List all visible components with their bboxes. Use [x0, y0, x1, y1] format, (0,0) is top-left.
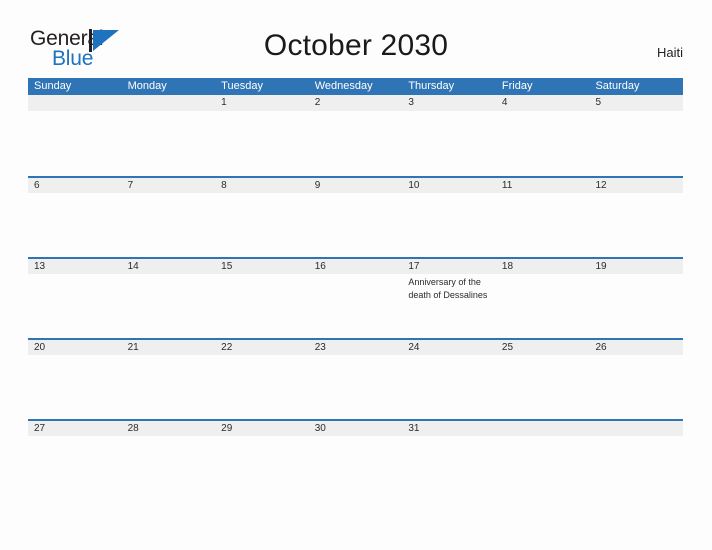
page-header: General Blue October 2030 Haiti: [0, 0, 712, 76]
day-event: [589, 111, 683, 175]
day-event: [496, 274, 590, 338]
day-number[interactable]: 21: [122, 340, 216, 355]
day-event: [402, 436, 496, 500]
weekday-saturday: Saturday: [595, 80, 640, 92]
day-event: [122, 193, 216, 257]
day-number[interactable]: [28, 95, 122, 111]
week-event-band: [28, 355, 683, 419]
day-event: [496, 193, 590, 257]
day-event: [309, 274, 403, 338]
week-date-band: 27 28 29 30 31: [28, 419, 683, 436]
week-row: 27 28 29 30 31: [28, 419, 683, 500]
day-number[interactable]: 1: [215, 95, 309, 111]
day-event: [215, 436, 309, 500]
day-number[interactable]: 16: [309, 259, 403, 274]
region-label: Haiti: [656, 45, 683, 60]
day-number[interactable]: 9: [309, 178, 403, 193]
week-event-band: [28, 436, 683, 500]
weekday-sunday: Sunday: [34, 80, 72, 92]
week-event-band: Anniversary of the death of Dessalines: [28, 274, 683, 338]
day-event: [402, 355, 496, 419]
day-event: [309, 355, 403, 419]
day-number[interactable]: 29: [215, 421, 309, 436]
day-event: [122, 436, 216, 500]
day-number[interactable]: 23: [309, 340, 403, 355]
weekday-thursday: Thursday: [408, 80, 455, 92]
day-event: [589, 355, 683, 419]
day-number[interactable]: [496, 421, 590, 436]
day-number[interactable]: 19: [589, 259, 683, 274]
day-number[interactable]: 8: [215, 178, 309, 193]
day-event: [215, 111, 309, 175]
page-title: October 2030: [263, 29, 449, 62]
week-event-band: [28, 111, 683, 175]
day-event: [309, 436, 403, 500]
day-number[interactable]: [122, 95, 216, 111]
day-number[interactable]: 3: [402, 95, 496, 111]
day-event: [28, 111, 122, 175]
weekday-tuesday: Tuesday: [221, 80, 263, 92]
day-number[interactable]: 14: [122, 259, 216, 274]
weekday-wednesday: Wednesday: [314, 80, 373, 92]
weekday-header-row: Sunday Monday Tuesday Wednesday Thursday…: [28, 78, 683, 95]
week-row: 1 2 3 4 5: [28, 95, 683, 176]
day-event: [589, 436, 683, 500]
day-number[interactable]: 5: [589, 95, 683, 111]
day-number[interactable]: 18: [496, 259, 590, 274]
day-number[interactable]: 27: [28, 421, 122, 436]
week-date-band: 1 2 3 4 5: [28, 95, 683, 111]
week-date-band: 6 7 8 9 10 11 12: [28, 176, 683, 193]
week-row: 13 14 15 16 17 18 19 Anniversary of the …: [28, 257, 683, 338]
day-number[interactable]: 31: [402, 421, 496, 436]
day-number[interactable]: 17: [402, 259, 496, 274]
day-event: [28, 355, 122, 419]
day-event: [215, 355, 309, 419]
day-number[interactable]: 25: [496, 340, 590, 355]
day-event: [402, 111, 496, 175]
day-event: [122, 274, 216, 338]
day-number[interactable]: 28: [122, 421, 216, 436]
day-event: [402, 193, 496, 257]
day-event-holiday: Anniversary of the death of Dessalines: [408, 277, 488, 300]
day-number[interactable]: 30: [309, 421, 403, 436]
day-event: [215, 193, 309, 257]
day-event: [496, 355, 590, 419]
week-event-band: [28, 193, 683, 257]
day-event: [28, 436, 122, 500]
day-number[interactable]: 2: [309, 95, 403, 111]
weekday-friday: Friday: [501, 80, 533, 92]
day-number[interactable]: 12: [589, 178, 683, 193]
day-number[interactable]: 22: [215, 340, 309, 355]
day-number[interactable]: 10: [402, 178, 496, 193]
week-row: 6 7 8 9 10 11 12: [28, 176, 683, 257]
day-number[interactable]: 6: [28, 178, 122, 193]
day-event: [122, 111, 216, 175]
day-number[interactable]: 20: [28, 340, 122, 355]
week-row: 20 21 22 23 24 25 26: [28, 338, 683, 419]
day-number[interactable]: 7: [122, 178, 216, 193]
day-number[interactable]: 11: [496, 178, 590, 193]
calendar-grid: Sunday Monday Tuesday Wednesday Thursday…: [28, 78, 683, 500]
day-event: [122, 355, 216, 419]
day-event: [589, 193, 683, 257]
day-event: [28, 274, 122, 338]
day-event: [309, 193, 403, 257]
day-number[interactable]: 13: [28, 259, 122, 274]
day-event: [28, 193, 122, 257]
day-event: [215, 274, 309, 338]
day-event: [309, 111, 403, 175]
day-number[interactable]: [589, 421, 683, 436]
day-event: [589, 274, 683, 338]
day-number[interactable]: 4: [496, 95, 590, 111]
day-number[interactable]: 26: [589, 340, 683, 355]
day-number[interactable]: 15: [215, 259, 309, 274]
day-event: [496, 111, 590, 175]
day-event: [496, 436, 590, 500]
weekday-monday: Monday: [127, 80, 167, 92]
week-date-band: 13 14 15 16 17 18 19: [28, 257, 683, 274]
day-number[interactable]: 24: [402, 340, 496, 355]
week-date-band: 20 21 22 23 24 25 26: [28, 338, 683, 355]
